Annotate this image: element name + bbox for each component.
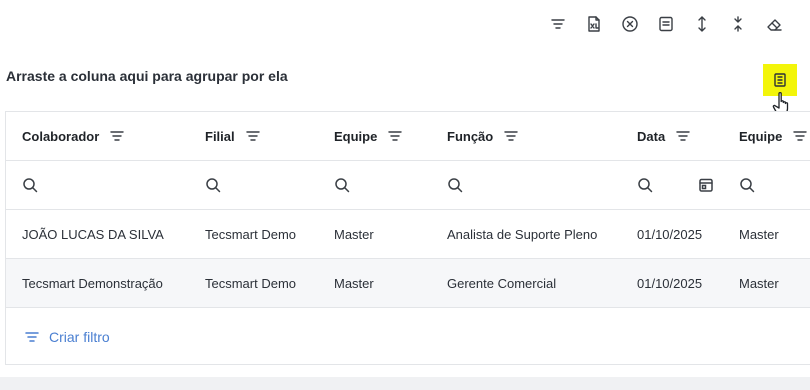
- grid-toolbar: [540, 10, 792, 38]
- cell-equipe: Master: [334, 226, 374, 242]
- cell-funcao: Analista de Suporte Pleno: [447, 226, 598, 242]
- document-icon[interactable]: [648, 10, 684, 38]
- cell-data: 01/10/2025: [637, 275, 703, 291]
- create-filter-button[interactable]: Criar filtro: [24, 308, 110, 365]
- filter-cell-colaborador[interactable]: [22, 161, 38, 209]
- cell-equipe-2: Master: [739, 275, 779, 291]
- data-grid: Colaborador Filial Equipe Função Data Eq…: [5, 111, 810, 365]
- filter-cell-filial[interactable]: [205, 161, 221, 209]
- filter-cell-equipe[interactable]: [334, 161, 350, 209]
- cell-colaborador: JOÃO LUCAS DA SILVA: [22, 226, 164, 242]
- filter-cell-data[interactable]: [637, 161, 653, 209]
- search-icon: [638, 178, 653, 193]
- create-filter-label: Criar filtro: [49, 328, 110, 345]
- column-filter-icon[interactable]: [675, 129, 691, 143]
- column-header-equipe[interactable]: Equipe: [334, 112, 403, 160]
- column-header-colaborador[interactable]: Colaborador: [22, 112, 125, 160]
- header-row: Colaborador Filial Equipe Função Data Eq…: [6, 112, 810, 161]
- cell-colaborador: Tecsmart Demonstração: [22, 275, 163, 291]
- export-xls-icon[interactable]: [576, 10, 612, 38]
- search-icon: [335, 178, 350, 193]
- bottom-divider: [0, 377, 810, 390]
- column-filter-icon[interactable]: [245, 129, 261, 143]
- cell-equipe-2: Master: [739, 226, 779, 242]
- clear-circle-icon[interactable]: [612, 10, 648, 38]
- cell-filial: Tecsmart Demo: [205, 275, 297, 291]
- search-icon: [23, 178, 38, 193]
- cell-funcao: Gerente Comercial: [447, 275, 557, 291]
- cell-data: 01/10/2025: [637, 226, 703, 242]
- collapse-vertical-icon[interactable]: [720, 10, 756, 38]
- filter-cell-equipe-2[interactable]: [739, 161, 755, 209]
- column-filter-icon[interactable]: [503, 129, 519, 143]
- date-picker-button[interactable]: [698, 161, 714, 209]
- cell-filial: Tecsmart Demo: [205, 226, 297, 242]
- search-icon: [740, 178, 755, 193]
- column-filter-icon[interactable]: [792, 129, 808, 143]
- grid-footer: Criar filtro: [6, 308, 810, 365]
- column-header-funcao[interactable]: Função: [447, 112, 519, 160]
- column-header-equipe-2[interactable]: Equipe: [739, 112, 808, 160]
- filter-lines-icon: [25, 331, 39, 342]
- group-drop-area[interactable]: Arraste a coluna aqui para agrupar por e…: [6, 68, 288, 84]
- filter-row: [6, 161, 810, 210]
- list-stack-icon: [774, 73, 786, 87]
- search-icon: [206, 178, 221, 193]
- cell-equipe: Master: [334, 275, 374, 291]
- column-header-data[interactable]: Data: [637, 112, 691, 160]
- filter-lines-icon[interactable]: [540, 10, 576, 38]
- table-row[interactable]: Tecsmart Demonstração Tecsmart Demo Mast…: [6, 259, 810, 308]
- search-icon: [448, 178, 463, 193]
- calendar-icon: [699, 178, 713, 192]
- column-filter-icon[interactable]: [109, 129, 125, 143]
- filter-cell-funcao[interactable]: [447, 161, 463, 209]
- column-header-filial[interactable]: Filial: [205, 112, 261, 160]
- eraser-icon[interactable]: [756, 10, 792, 38]
- table-row[interactable]: JOÃO LUCAS DA SILVA Tecsmart Demo Master…: [6, 210, 810, 259]
- column-filter-icon[interactable]: [387, 129, 403, 143]
- expand-vertical-icon[interactable]: [684, 10, 720, 38]
